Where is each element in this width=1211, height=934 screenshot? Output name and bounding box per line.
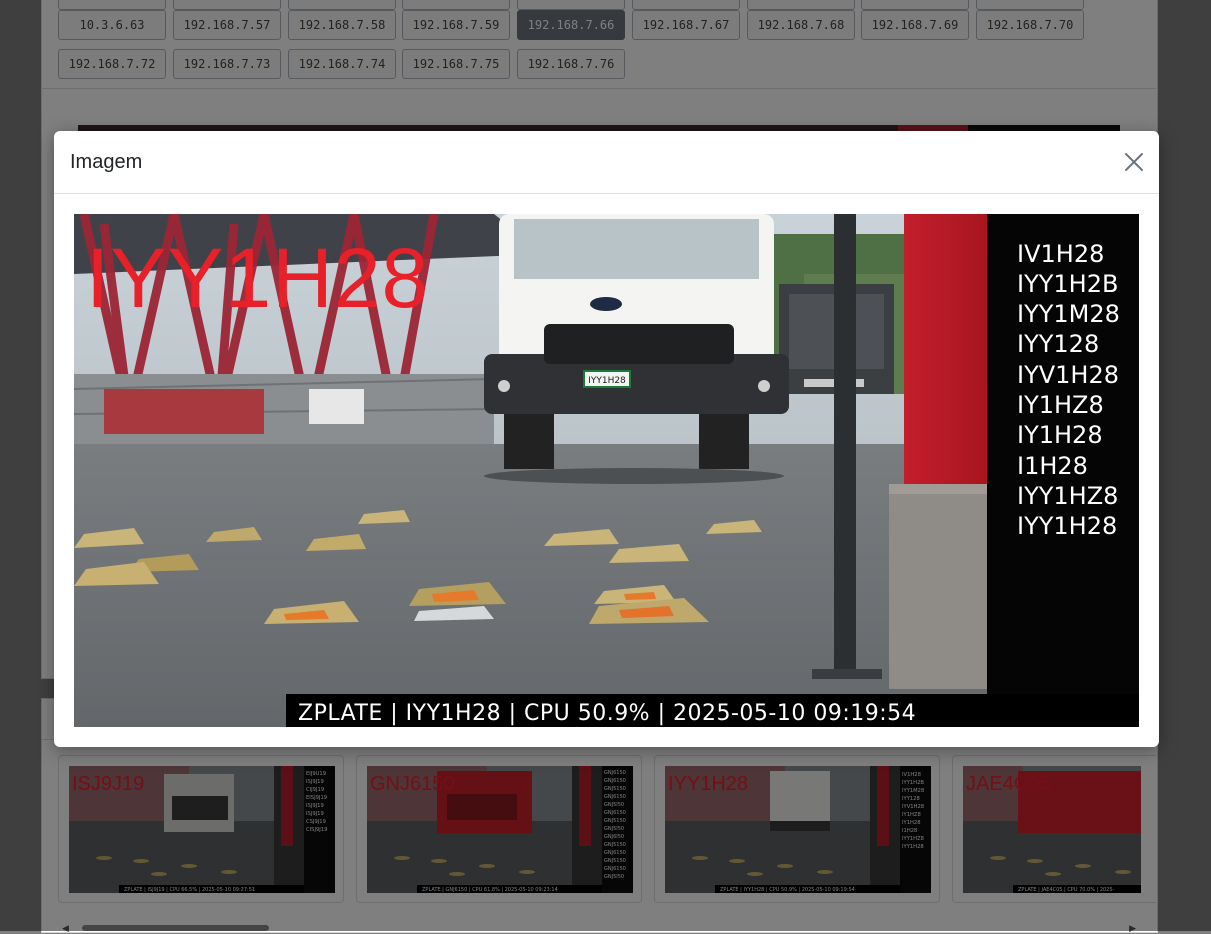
svg-text:IYY1HZ8: IYY1HZ8 (1017, 482, 1118, 510)
svg-text:IYY1H28: IYY1H28 (1017, 512, 1117, 540)
image-modal: Imagem IYY1H28 IYY1H28 IV1H28 IYY1H2B IY… (54, 131, 1159, 747)
svg-text:I1H28: I1H28 (1017, 452, 1088, 480)
svg-text:IYY128: IYY128 (1017, 330, 1099, 358)
close-button[interactable] (1123, 151, 1145, 173)
svg-text:IYY1H2B: IYY1H2B (1017, 270, 1118, 298)
osd-caption: ZPLATE | IYY1H28 | CPU 50.9% | 2025-05-1… (298, 701, 916, 726)
capture-image: IYY1H28 IYY1H28 IV1H28 IYY1H2B IYY1M28 I… (74, 214, 1139, 727)
modal-title: Imagem (70, 151, 143, 173)
close-icon (1125, 153, 1143, 171)
modal-header: Imagem (54, 131, 1159, 194)
svg-text:IV1H28: IV1H28 (1017, 240, 1104, 268)
detected-plate-text: IYY1H28 (86, 231, 429, 325)
truck-plate-text: IYY1H28 (588, 376, 626, 386)
svg-text:IYV1H28: IYV1H28 (1017, 361, 1119, 389)
svg-text:IYY1M28: IYY1M28 (1017, 300, 1120, 328)
modal-body: IYY1H28 IYY1H28 IV1H28 IYY1H2B IYY1M28 I… (74, 214, 1139, 727)
svg-text:IY1HZ8: IY1HZ8 (1017, 391, 1104, 419)
svg-text:IY1H28: IY1H28 (1017, 421, 1103, 449)
